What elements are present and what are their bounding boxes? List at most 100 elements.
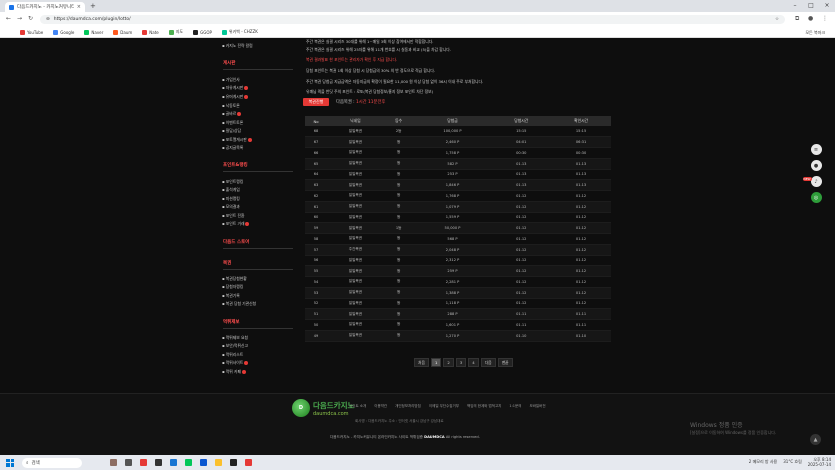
- sidebar-item[interactable]: ▪ 포인트 전환: [222, 213, 244, 219]
- folder-icon[interactable]: [215, 459, 222, 466]
- profile-icon[interactable]: ●: [808, 15, 813, 22]
- bookmark-star-icon[interactable]: ☆: [775, 17, 779, 22]
- bookmark-nate[interactable]: Nate: [142, 29, 159, 35]
- bookmark-map[interactable]: 지도: [168, 29, 183, 35]
- table-cell: 06:31: [551, 136, 611, 148]
- sidebar-item[interactable]: ▪ 유머게시판: [222, 94, 249, 100]
- sidebar-item[interactable]: ▪ 공지글목록: [222, 145, 243, 151]
- sidebar-section-lotto[interactable]: 복권: [223, 260, 231, 266]
- sidebar-item[interactable]: ▪ 질답/상담: [222, 128, 241, 134]
- app-icon[interactable]: [140, 459, 147, 466]
- table-cell: 01.12: [491, 212, 552, 224]
- sidebar-item[interactable]: ▪ 자유게시판: [222, 85, 249, 91]
- sidebar-item[interactable]: ▪ 출석게임: [222, 187, 240, 193]
- page-4[interactable]: 4: [468, 358, 479, 367]
- address-bar[interactable]: ⊜ https://daumdca.com/plugin/lotto/ ☆: [40, 15, 785, 24]
- taskbar-search[interactable]: ⌕ 검색: [22, 457, 82, 468]
- bookmark-naver[interactable]: Naver: [84, 29, 103, 35]
- weather-text[interactable]: 31°C 흐림: [783, 459, 802, 465]
- page-last[interactable]: 맨끝: [497, 358, 513, 367]
- sidebar-item[interactable]: ▪ 미션랭킹: [222, 196, 240, 202]
- close-tab-icon[interactable]: ×: [77, 4, 81, 10]
- bell-icon[interactable]: ♪ NEW: [802, 176, 822, 187]
- footer-link[interactable]: 사이트 소개: [349, 404, 366, 409]
- chrome-icon[interactable]: [245, 459, 252, 466]
- task-view-icon[interactable]: [125, 459, 132, 466]
- page-2[interactable]: 2: [443, 358, 454, 367]
- sidebar-item[interactable]: ▪ 가입인사: [222, 77, 240, 83]
- app-icon[interactable]: [185, 459, 192, 466]
- sidebar-item[interactable]: ▪ 복권 당첨 기관신청: [222, 301, 256, 307]
- sidebar-section-report[interactable]: 먹튀제보: [223, 319, 240, 325]
- page-next[interactable]: 다음: [480, 358, 496, 367]
- page-3[interactable]: 3: [455, 358, 467, 367]
- footer-link[interactable]: 1:1문의: [509, 404, 521, 409]
- forward-icon[interactable]: →: [17, 15, 22, 22]
- lotto-ongoing-button[interactable]: 복권진행: [303, 98, 329, 106]
- chat-icon[interactable]: ◎: [810, 192, 822, 203]
- windows-start-icon[interactable]: [6, 458, 14, 467]
- app-icon[interactable]: [230, 459, 237, 466]
- sidebar-item[interactable]: ▪ 복권기록: [222, 293, 240, 299]
- sidebar-item[interactable]: ▪ 낙동토론: [222, 103, 240, 109]
- page-1[interactable]: 1: [431, 358, 442, 367]
- maximize-icon[interactable]: □: [803, 0, 819, 12]
- sidebar-item[interactable]: ▪ 포인트 거래: [222, 221, 250, 227]
- table-cell: 01.12: [491, 233, 552, 245]
- sidebar-item[interactable]: ▪ 모의결과: [222, 204, 240, 210]
- menu-icon[interactable]: ⋮: [822, 15, 828, 22]
- app-icon[interactable]: [170, 459, 177, 466]
- scroll-top-icon[interactable]: ▲: [810, 434, 821, 445]
- footer-link[interactable]: 이메일 무단수집거부: [429, 404, 459, 409]
- sidebar-item[interactable]: ▪ 당첨자랭킹: [222, 284, 243, 290]
- browser-tab[interactable]: 다음드카지노 - 카지노커뮤니티 ×: [5, 2, 85, 12]
- sidebar-item[interactable]: ▪ 복권당첨현황: [222, 276, 247, 282]
- menu-icon[interactable]: ≡: [810, 144, 822, 155]
- all-bookmarks[interactable]: 모든 북마크: [805, 30, 825, 36]
- sidebar-section-board[interactable]: 게시판: [223, 60, 235, 66]
- sidebar-item[interactable]: ▪ 포토앨게시판: [222, 137, 252, 143]
- reload-icon[interactable]: ↻: [28, 15, 33, 22]
- sidebar-item[interactable]: ▪ 먹튀제보 요청: [222, 335, 248, 341]
- page-first[interactable]: 처음: [414, 358, 429, 367]
- bookmark-youtube[interactable]: YouTube: [20, 29, 43, 35]
- table-cell: 01.10: [491, 330, 552, 342]
- sidebar-section-points[interactable]: 포인트&랭킹: [223, 162, 248, 168]
- table-cell: 56: [305, 255, 328, 267]
- sidebar-item[interactable]: ▪ 보안/먹튀신고: [222, 343, 248, 349]
- tray-label[interactable]: 2 메모리 방 사용: [749, 459, 777, 465]
- sidebar-item[interactable]: ▪ 골바르: [222, 111, 242, 117]
- user-icon[interactable]: ●: [810, 160, 822, 171]
- footer-link[interactable]: 개인정보처리방침: [395, 404, 421, 409]
- footer-link[interactable]: 모바일버전: [529, 404, 545, 409]
- widget-icon[interactable]: [110, 459, 117, 466]
- app-icon[interactable]: [155, 459, 162, 466]
- footer-link[interactable]: 책임의 한계와 법적고지: [467, 404, 501, 409]
- new-tab-icon[interactable]: +: [90, 2, 96, 10]
- sidebar-top-item[interactable]: ▪ 카지노 전략 칼럼: [222, 43, 253, 49]
- site-info-icon[interactable]: ⊜: [46, 17, 50, 22]
- new-dot-icon: [245, 222, 250, 226]
- sidebar-item[interactable]: ▪ 먹튀사이트: [222, 360, 249, 366]
- close-window-icon[interactable]: ×: [819, 0, 835, 12]
- footer-link[interactable]: 이용약관: [374, 404, 387, 409]
- footer-logo[interactable]: D 다음드카지노 daumdca.com: [292, 399, 354, 417]
- url-text: https://daumdca.com/plugin/lotto/: [53, 17, 131, 22]
- sidebar-item[interactable]: ▪ 먹튀 카페: [222, 369, 246, 375]
- bookmark-chzzk[interactable]: 위키백 - CHZZK: [221, 29, 258, 35]
- edge-icon[interactable]: [200, 459, 207, 466]
- sidebar-item[interactable]: ▪ 포인트랭킹: [222, 179, 243, 185]
- table-cell: 01.12: [551, 190, 611, 202]
- minimize-icon[interactable]: –: [787, 0, 803, 12]
- bookmark-google[interactable]: Google: [53, 29, 74, 35]
- sidebar-item[interactable]: ▪ 먹튀리스트: [222, 352, 243, 358]
- back-icon[interactable]: ←: [6, 15, 11, 22]
- extensions-icon[interactable]: ⧉: [795, 15, 799, 23]
- sidebar-section-store[interactable]: 다음드 스토어: [223, 239, 249, 245]
- table-cell: 꽝: [383, 201, 414, 213]
- sidebar-item[interactable]: ▪ 이벤트토론: [222, 120, 243, 126]
- bookmark-ggop[interactable]: GGOP: [193, 29, 212, 35]
- clock[interactable]: 오후 8:14 2025-07-14: [808, 457, 831, 467]
- bookmark-daum[interactable]: Daum: [113, 29, 132, 35]
- table-row: 49 일일복권 꽝 1,270 P 01.10 01.10: [305, 330, 611, 342]
